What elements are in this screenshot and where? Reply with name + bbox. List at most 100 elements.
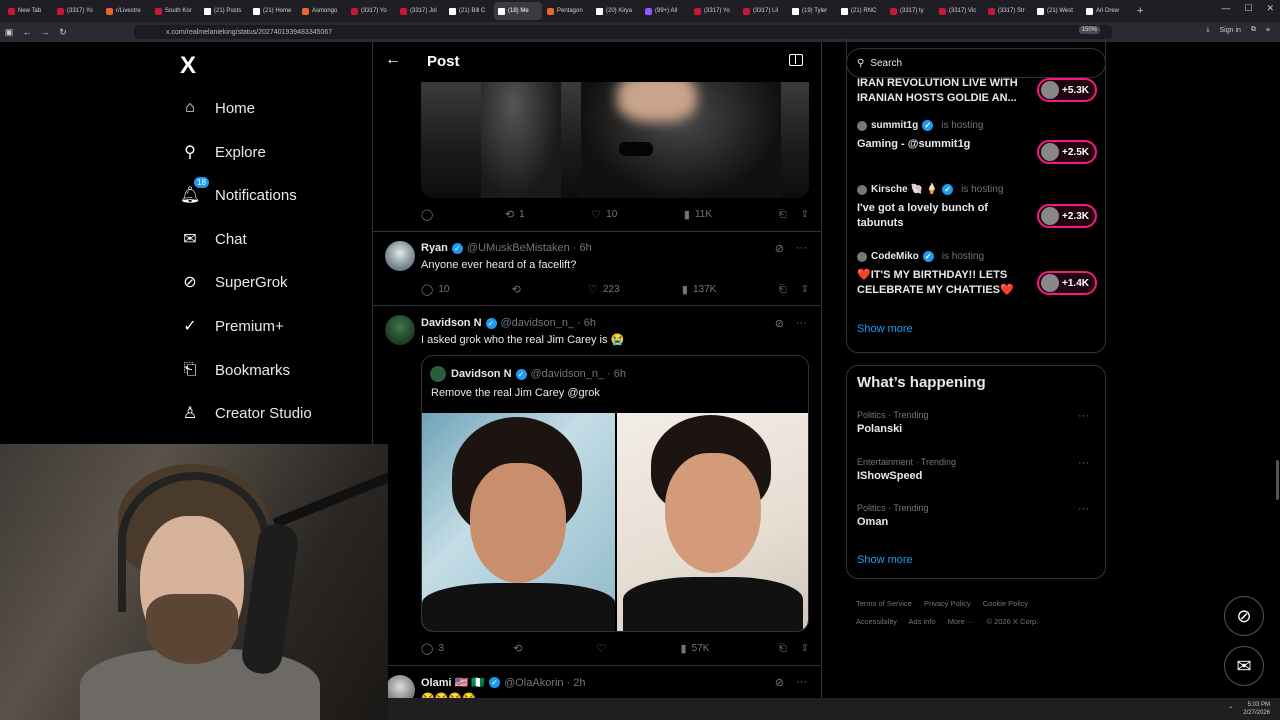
quote-image-left[interactable]	[422, 413, 615, 631]
new-tab-icon[interactable]: +	[1137, 5, 1143, 17]
grok-button[interactable]: ⊘	[1224, 596, 1264, 636]
avatar[interactable]	[385, 241, 415, 271]
nav-item-notifications[interactable]: 🔔︎ 18 Notifications	[180, 177, 297, 205]
show-more-link[interactable]: Show more	[857, 323, 913, 335]
live-item[interactable]: CodeMiko ✓ is hosting ❤️IT'S MY BIRTHDAY!!…	[857, 251, 1097, 298]
show-more-link[interactable]: Show more	[857, 554, 913, 566]
browser-tab[interactable]: (18) Me	[494, 2, 542, 20]
close-icon[interactable]: ✕	[1266, 3, 1274, 14]
reply-button[interactable]: ◯ 10	[421, 283, 449, 296]
nav-item-bookmarks[interactable]: ⎗ Bookmarks	[180, 360, 290, 380]
footer-link[interactable]: More ···	[948, 617, 975, 626]
menu-icon[interactable]: ≡	[1266, 27, 1270, 34]
nav-item-supergrok[interactable]: ⊘ SuperGrok	[180, 272, 287, 292]
back-icon[interactable]: ←	[18, 27, 36, 37]
author-handle[interactable]: @UMuskBeMistaken	[467, 242, 570, 254]
signin-button[interactable]: Sign in	[1220, 27, 1241, 34]
share-icon[interactable]: ⇪	[801, 209, 809, 220]
author-handle[interactable]: @davidson_n_	[501, 317, 575, 329]
more-icon[interactable]: ···	[1078, 503, 1089, 515]
like-button[interactable]: ♡	[596, 642, 611, 655]
repost-button[interactable]: ⟲ 1	[505, 208, 525, 221]
reader-mode-icon[interactable]	[789, 54, 803, 66]
author-name[interactable]: Davidson N	[421, 317, 482, 329]
reply-button[interactable]: ◯	[421, 208, 438, 221]
more-icon[interactable]: ···	[796, 676, 807, 689]
more-icon[interactable]: ···	[796, 317, 807, 330]
views-count[interactable]: ▮ 57K	[681, 642, 710, 655]
live-count[interactable]: +2.3K	[1037, 204, 1097, 228]
tray-icon[interactable]: ⌃	[1228, 706, 1233, 713]
author-handle[interactable]: @OlaAkorin	[504, 677, 563, 689]
post-time[interactable]: · 2h	[567, 677, 586, 689]
author-name[interactable]: Olami 🇺🇸 🇳🇬	[421, 676, 485, 689]
grok-icon[interactable]: ⊘	[775, 317, 784, 330]
footer-link[interactable]: Accessibility	[856, 617, 897, 626]
browser-tab[interactable]: (21) Home	[249, 2, 297, 20]
bookmark-icon[interactable]: ⎗	[779, 284, 787, 295]
minimize-icon[interactable]: —	[1221, 3, 1230, 14]
browser-tab[interactable]: (3317) Yo	[347, 2, 395, 20]
live-item[interactable]: summit1g ✓ is hosting Gaming - @summit1g +…	[857, 120, 1097, 164]
browser-tab[interactable]: (3317) Yo	[690, 2, 738, 20]
repost-button[interactable]: ⟲	[513, 642, 527, 655]
bookmark-icon[interactable]: ⎗	[779, 643, 787, 654]
trend-item[interactable]: Politics · Trending Oman ···	[857, 503, 1097, 528]
sidebar-icon[interactable]: ▣	[0, 27, 18, 38]
forward-icon[interactable]: →	[36, 27, 54, 37]
browser-tab[interactable]: South Kor	[151, 2, 199, 20]
footer-link[interactable]: Terms of Service	[856, 599, 912, 608]
clock[interactable]: 5:03 PM 2/27/2026	[1243, 701, 1270, 717]
browser-tab[interactable]: (99+) All	[641, 2, 689, 20]
more-icon[interactable]: ···	[1078, 410, 1089, 422]
post-time[interactable]: · 6h	[573, 242, 592, 254]
more-icon[interactable]: ···	[796, 242, 807, 255]
share-icon[interactable]: ⇪	[801, 643, 809, 654]
footer-link[interactable]: Ads info	[909, 617, 936, 626]
messages-button[interactable]: ✉	[1224, 646, 1264, 686]
repost-button[interactable]: ⟲	[512, 283, 526, 296]
grok-icon[interactable]: ⊘	[775, 676, 784, 689]
browser-tab[interactable]: (21) Posts	[200, 2, 248, 20]
browser-tab[interactable]: (3317) Yo	[53, 2, 101, 20]
post-image[interactable]	[421, 82, 809, 198]
like-button[interactable]: ♡ 10	[591, 208, 617, 221]
author-name[interactable]: Ryan	[421, 242, 448, 254]
reload-icon[interactable]: ↻	[54, 27, 72, 38]
x-logo[interactable]: X	[180, 52, 196, 80]
nav-item-creator-studio[interactable]: ♙ Creator Studio	[180, 403, 312, 423]
back-arrow-icon[interactable]: ←	[385, 51, 401, 69]
extensions-icon[interactable]: ⧉	[1251, 26, 1256, 34]
browser-tab[interactable]: (21) Bill C	[445, 2, 493, 20]
nav-item-home[interactable]: ⌂ Home	[180, 98, 255, 118]
scrollbar[interactable]	[1276, 460, 1279, 500]
live-count[interactable]: +1.4K	[1037, 271, 1097, 295]
maximize-icon[interactable]: ☐	[1244, 3, 1252, 14]
trend-item[interactable]: Politics · Trending Polanski ···	[857, 410, 1097, 435]
live-item[interactable]: Kirsche 🐚 🍦 ✓ is hosting I've got a lovely…	[857, 184, 1097, 231]
like-button[interactable]: ♡ 223	[588, 283, 620, 296]
browser-tab[interactable]: (21) West	[1033, 2, 1081, 20]
nav-item-chat[interactable]: ✉ Chat	[180, 229, 246, 249]
quote-image-right[interactable]	[617, 413, 808, 631]
grok-icon[interactable]: ⊘	[775, 242, 784, 255]
browser-tab[interactable]: (3317) Lil	[739, 2, 787, 20]
browser-tab[interactable]: (19) Tyler	[788, 2, 836, 20]
trend-item[interactable]: Entertainment · Trending IShowSpeed ···	[857, 457, 1097, 482]
live-item[interactable]: IRAN REVOLUTION LIVE WITH IRANIAN HOSTS …	[857, 76, 1097, 106]
nav-item-premium[interactable]: ✓ Premium+	[180, 316, 283, 336]
window-controls[interactable]: — ☐ ✕	[1221, 3, 1274, 14]
browser-tab[interactable]: Pentagon	[543, 2, 591, 20]
share-icon[interactable]: ⇪	[801, 284, 809, 295]
download-icon[interactable]: ⤓	[1206, 26, 1209, 34]
views-count[interactable]: ▮ 11K	[684, 208, 712, 221]
bookmark-icon[interactable]: ⎗	[779, 209, 787, 220]
browser-tab[interactable]: r/Livestre	[102, 2, 150, 20]
live-count[interactable]: +5.3K	[1037, 78, 1097, 102]
more-icon[interactable]: ···	[1078, 457, 1089, 469]
quoted-post[interactable]: Davidson N ✓ @davidson_n_ · 6h Remove th…	[421, 355, 809, 632]
browser-tab[interactable]: (3317) ty	[886, 2, 934, 20]
post-time[interactable]: · 6h	[577, 317, 596, 329]
browser-tab[interactable]: Asmongo	[298, 2, 346, 20]
browser-tab[interactable]: (3317) Jol	[396, 2, 444, 20]
